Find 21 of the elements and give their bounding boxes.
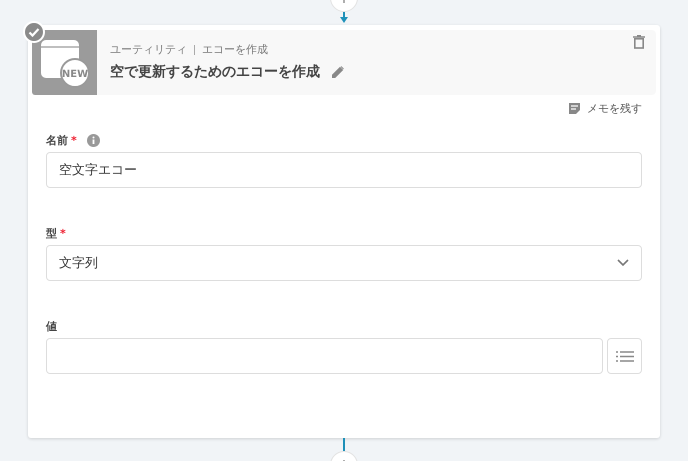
memo-link[interactable]: メモを残す <box>568 101 642 116</box>
required-mark: * <box>60 226 66 240</box>
step-title: 空で更新するためのエコーを作成 <box>110 63 320 81</box>
arrow-icon <box>339 12 349 24</box>
field-label: 値 <box>46 318 57 334</box>
note-icon <box>568 102 581 115</box>
info-icon[interactable] <box>86 134 100 146</box>
name-field[interactable]: 空文字エコー <box>46 152 642 188</box>
field-label: 型 <box>46 226 57 240</box>
step-icon: NEW <box>32 30 97 95</box>
value-field[interactable] <box>46 338 603 374</box>
field-label: 名前 <box>46 132 68 148</box>
step-category: ユーティリティ <box>110 42 187 57</box>
pencil-icon[interactable] <box>332 66 344 78</box>
trash-icon[interactable] <box>633 35 645 49</box>
chevron-down-icon <box>617 259 629 267</box>
required-mark: * <box>71 134 77 146</box>
step-action: エコーを作成 <box>202 42 268 57</box>
list-button[interactable] <box>607 338 642 374</box>
type-dropdown[interactable]: 文字列 <box>46 245 642 281</box>
list-icon <box>616 350 634 362</box>
